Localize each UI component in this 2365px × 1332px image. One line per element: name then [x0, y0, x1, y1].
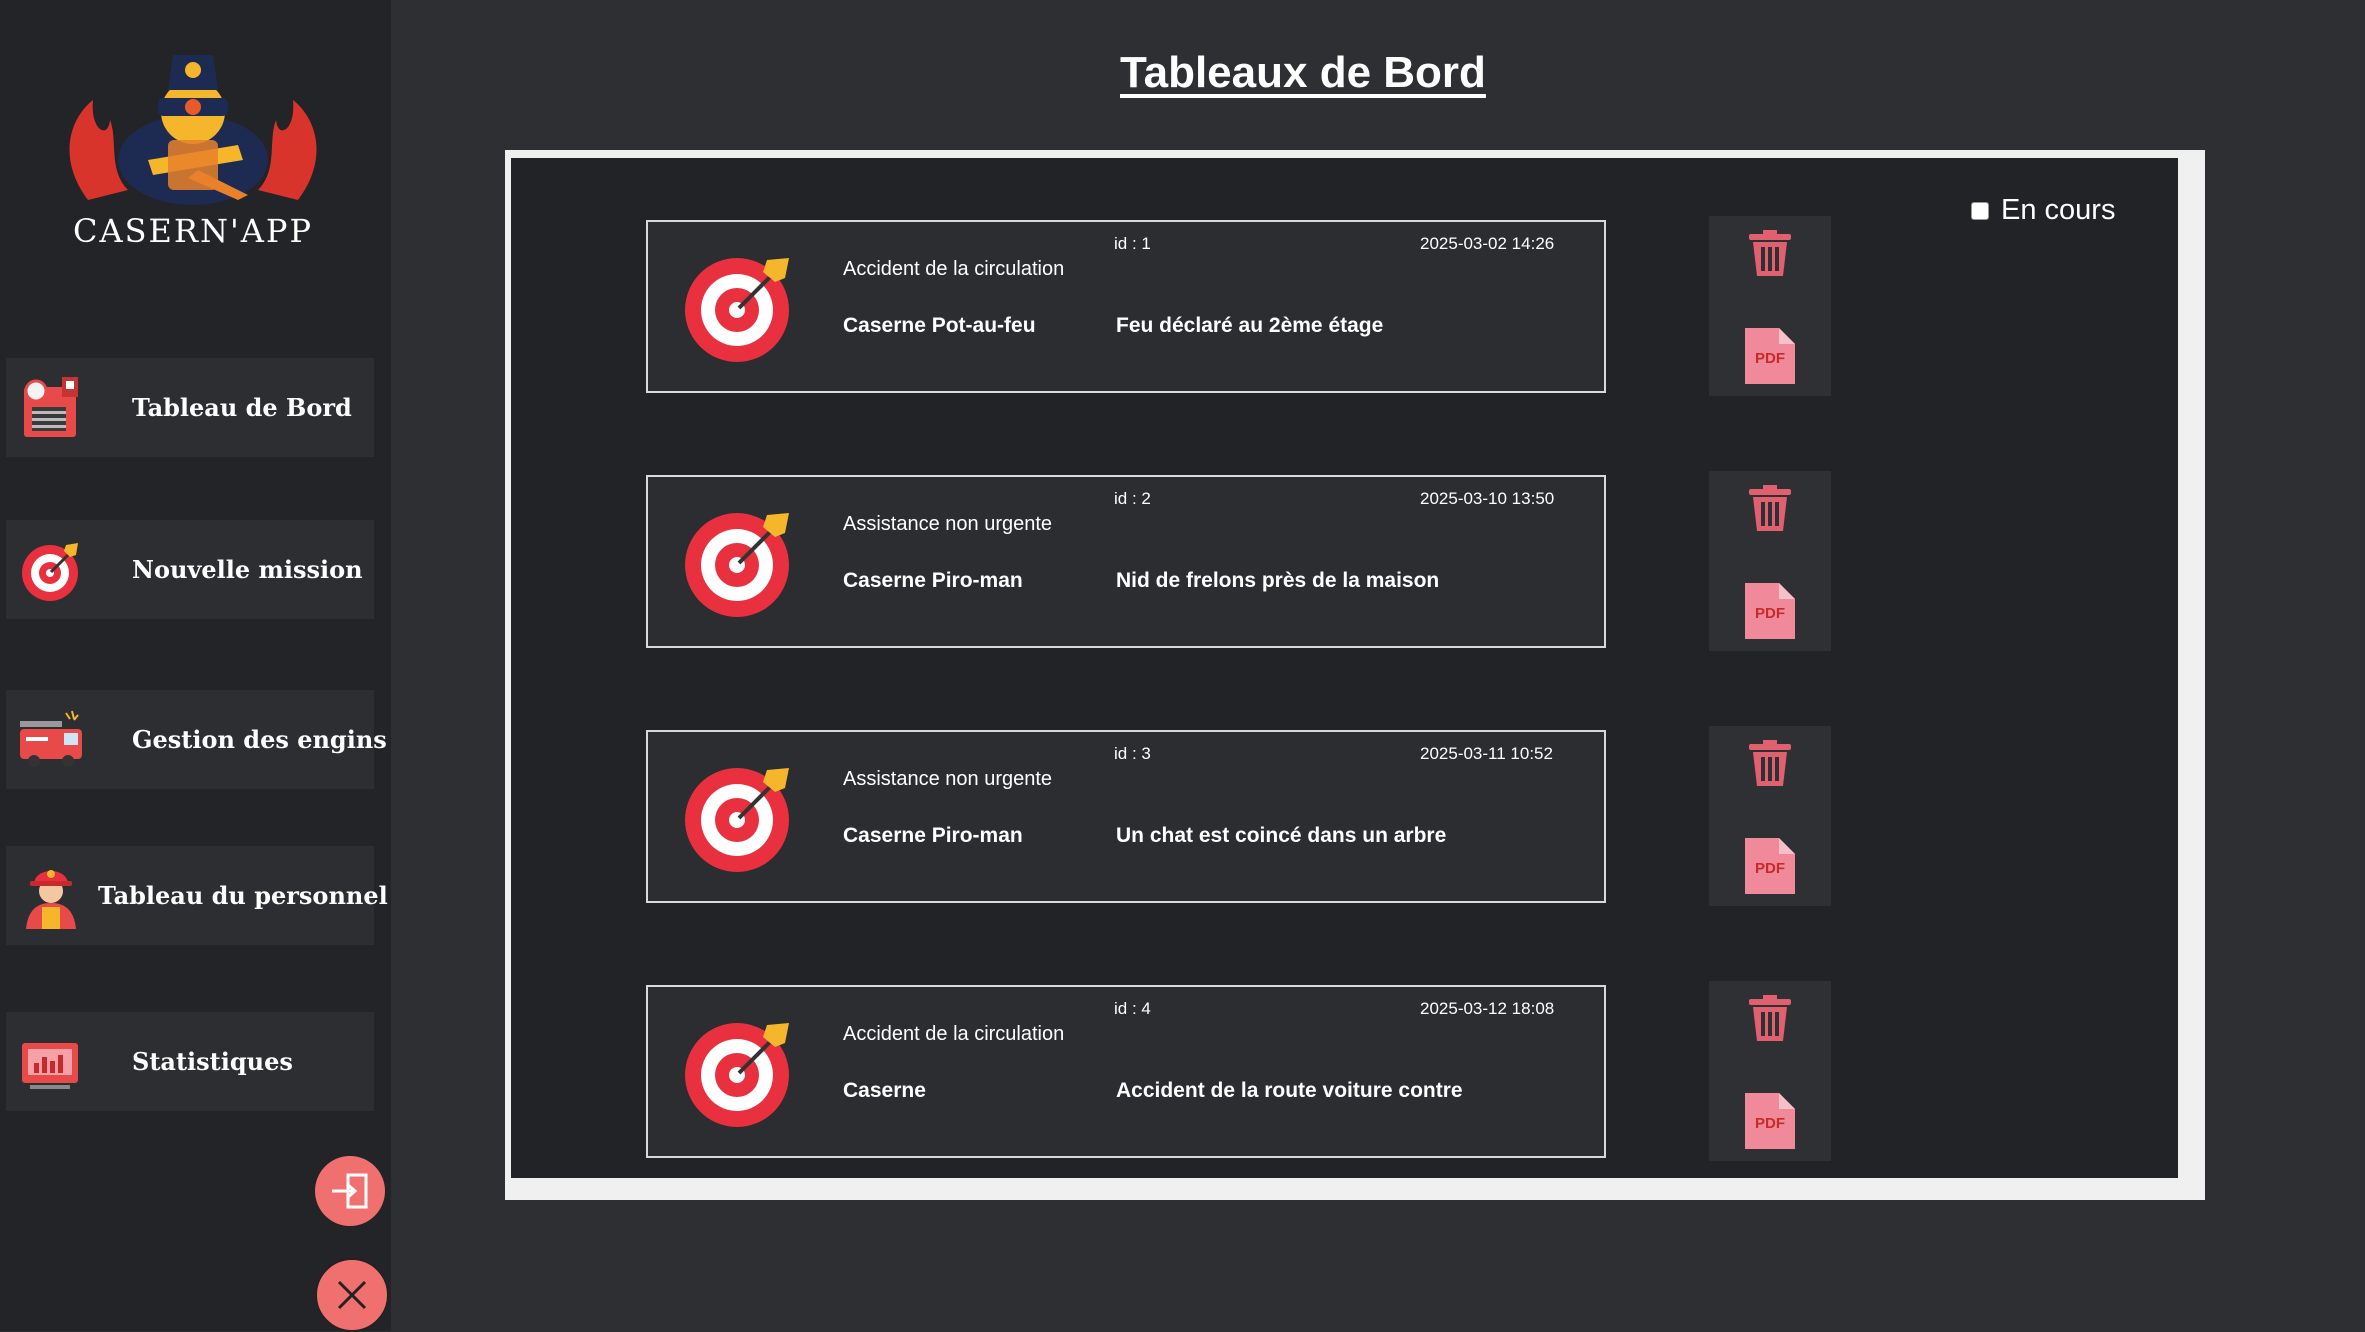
mission-actions: PDF	[1709, 216, 1831, 396]
trash-icon[interactable]	[1745, 740, 1795, 788]
pdf-button[interactable]: PDF	[1743, 326, 1797, 386]
mission-id: id : 1	[1114, 234, 1151, 253]
pdf-button[interactable]: PDF	[1743, 836, 1797, 896]
sidebar-item-label: Nouvelle mission	[132, 555, 363, 584]
missions-panel: En cours id : 1 2025-03-02 14:26 Acciden…	[511, 158, 2178, 1178]
firefighter-logo-icon	[69, 55, 317, 205]
sidebar: CASERN'APP Tableau de Bord Nouvelle miss…	[0, 0, 391, 1332]
mission-card[interactable]: id : 2 2025-03-10 13:50 Assistance non u…	[646, 475, 1606, 648]
pdf-button[interactable]: PDF	[1743, 581, 1797, 641]
target-icon	[685, 258, 789, 362]
close-icon	[337, 1280, 367, 1310]
close-button[interactable]	[315, 1258, 389, 1332]
mission-description: Feu déclaré au 2ème étage	[1116, 314, 1384, 337]
mission-type: Accident de la circulation	[843, 1023, 1065, 1045]
trash-icon[interactable]	[1745, 230, 1795, 278]
mission-actions: PDF	[1709, 471, 1831, 651]
sidebar-item-statistics[interactable]: Statistiques	[6, 1012, 374, 1111]
sidebar-item-label: Statistiques	[132, 1047, 293, 1076]
mission-caserne: Caserne Piro-man	[843, 824, 1023, 847]
target-icon	[685, 768, 789, 872]
mission-date: 2025-03-10 13:50	[1420, 489, 1555, 508]
trash-icon[interactable]	[1745, 485, 1795, 533]
mission-actions: PDF	[1709, 981, 1831, 1161]
sidebar-item-new-mission[interactable]: Nouvelle mission	[6, 520, 374, 619]
app-logo: CASERN'APP	[48, 50, 338, 250]
mission-caserne: Caserne Pot-au-feu	[843, 314, 1036, 337]
filter-label: En cours	[2001, 194, 2116, 226]
sidebar-item-vehicles[interactable]: Gestion des engins	[6, 690, 387, 789]
sidebar-item-personnel[interactable]: Tableau du personnel	[6, 846, 388, 945]
mission-type: Assistance non urgente	[843, 513, 1053, 535]
logout-icon	[332, 1173, 368, 1209]
dashboard-icon	[24, 376, 78, 437]
filter-checkbox[interactable]	[1971, 201, 1989, 220]
sidebar-item-dashboard[interactable]: Tableau de Bord	[6, 358, 374, 457]
mission-id: id : 4	[1114, 999, 1151, 1018]
mission-date: 2025-03-11 10:52	[1420, 744, 1553, 763]
sidebar-item-label: Tableau de Bord	[132, 393, 352, 422]
pdf-label: PDF	[1755, 1115, 1785, 1132]
firefighter-icon	[26, 869, 76, 929]
mission-caserne: Caserne Piro-man	[843, 569, 1023, 592]
mission-type: Accident de la circulation	[843, 258, 1065, 280]
trash-icon[interactable]	[1745, 995, 1795, 1043]
filter-en-cours[interactable]: En cours	[1971, 194, 2115, 227]
logo-text: CASERN'APP	[73, 212, 313, 250]
pdf-label: PDF	[1755, 350, 1785, 367]
mission-date: 2025-03-12 18:08	[1420, 999, 1555, 1018]
page-title: Tableaux de Bord	[1120, 48, 1486, 97]
mission-actions: PDF	[1709, 726, 1831, 906]
mission-card[interactable]: id : 4 2025-03-12 18:08 Accident de la c…	[646, 985, 1606, 1158]
missions-frame: En cours id : 1 2025-03-02 14:26 Acciden…	[505, 150, 2205, 1200]
target-icon	[685, 1023, 789, 1127]
pdf-button[interactable]: PDF	[1743, 1091, 1797, 1151]
target-icon	[685, 513, 789, 617]
mission-description: Accident de la route voiture contre	[1116, 1079, 1463, 1102]
target-icon	[22, 542, 78, 601]
pdf-label: PDF	[1755, 605, 1785, 622]
sidebar-item-label: Gestion des engins	[132, 725, 387, 754]
mission-card[interactable]: id : 3 2025-03-11 10:52 Assistance non u…	[646, 730, 1606, 903]
sidebar-item-label: Tableau du personnel	[98, 881, 388, 910]
fire-truck-icon	[20, 710, 82, 767]
mission-card[interactable]: id : 1 2025-03-02 14:26 Accident de la c…	[646, 220, 1606, 393]
logout-button[interactable]	[315, 1156, 385, 1226]
mission-date: 2025-03-02 14:26	[1420, 234, 1555, 253]
mission-caserne: Caserne	[843, 1079, 926, 1102]
pdf-label: PDF	[1755, 860, 1785, 877]
mission-description: Nid de frelons près de la maison	[1116, 569, 1440, 592]
chart-icon	[22, 1042, 78, 1089]
mission-type: Assistance non urgente	[843, 768, 1053, 790]
mission-description: Un chat est coincé dans un arbre	[1116, 824, 1447, 847]
mission-id: id : 2	[1114, 489, 1151, 508]
mission-id: id : 3	[1114, 744, 1151, 763]
